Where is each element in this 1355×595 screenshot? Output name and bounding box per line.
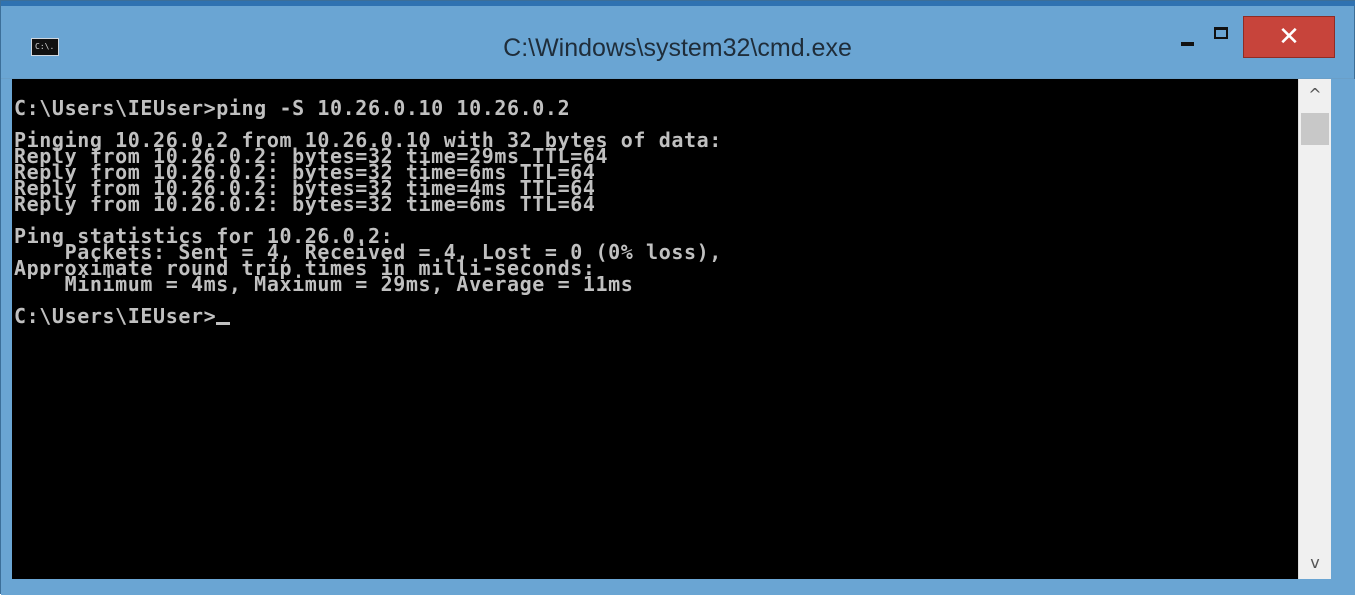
window-right-border xyxy=(1331,79,1355,579)
scroll-up-arrow-icon[interactable]: ^ xyxy=(1299,81,1331,109)
window-bottom-border xyxy=(1,579,1355,595)
scroll-down-arrow-icon[interactable]: v xyxy=(1299,549,1331,577)
maximize-icon xyxy=(1214,27,1228,39)
scrollbar-thumb[interactable] xyxy=(1301,113,1329,145)
console-text: C:\Users\IEUser>ping -S 10.26.0.10 10.26… xyxy=(12,79,1298,326)
console-prompt: C:\Users\IEUser> xyxy=(14,304,217,328)
vertical-scrollbar[interactable]: ^ v xyxy=(1298,79,1331,579)
console-line: Reply from 10.26.0.2: bytes=32 time=6ms … xyxy=(14,192,596,216)
console-output[interactable]: C:\Users\IEUser>ping -S 10.26.0.10 10.26… xyxy=(12,79,1298,579)
text-cursor xyxy=(216,322,231,325)
close-button[interactable]: ✕ xyxy=(1243,16,1335,58)
title-bar[interactable]: C:\. C:\Windows\system32\cmd.exe ✕ xyxy=(1,6,1354,78)
maximize-button[interactable] xyxy=(1201,16,1241,58)
console-line: Minimum = 4ms, Maximum = 29ms, Average =… xyxy=(14,272,634,296)
window-title: C:\Windows\system32\cmd.exe xyxy=(503,34,852,62)
minimize-icon xyxy=(1180,42,1194,46)
window-left-border xyxy=(1,79,12,579)
cmd-window: C:\. C:\Windows\system32\cmd.exe ✕ C:\Us… xyxy=(0,0,1355,595)
console-line: C:\Users\IEUser>ping -S 10.26.0.10 10.26… xyxy=(14,96,571,120)
console-prompt-line[interactable]: C:\Users\IEUser> xyxy=(14,306,1298,326)
close-icon: ✕ xyxy=(1278,22,1300,52)
